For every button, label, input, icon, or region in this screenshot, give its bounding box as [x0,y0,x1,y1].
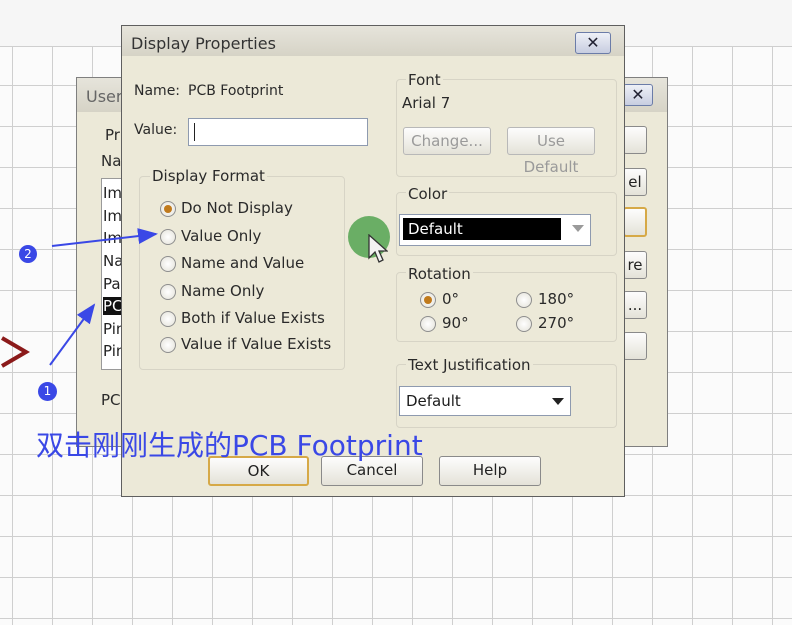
annotation-marker-1: 1 [38,382,57,401]
annotation-caption: 双击刚刚生成的PCB Footprint [36,429,423,462]
annotation-arrows [49,228,158,366]
annotation-marker-2: 2 [19,245,37,263]
